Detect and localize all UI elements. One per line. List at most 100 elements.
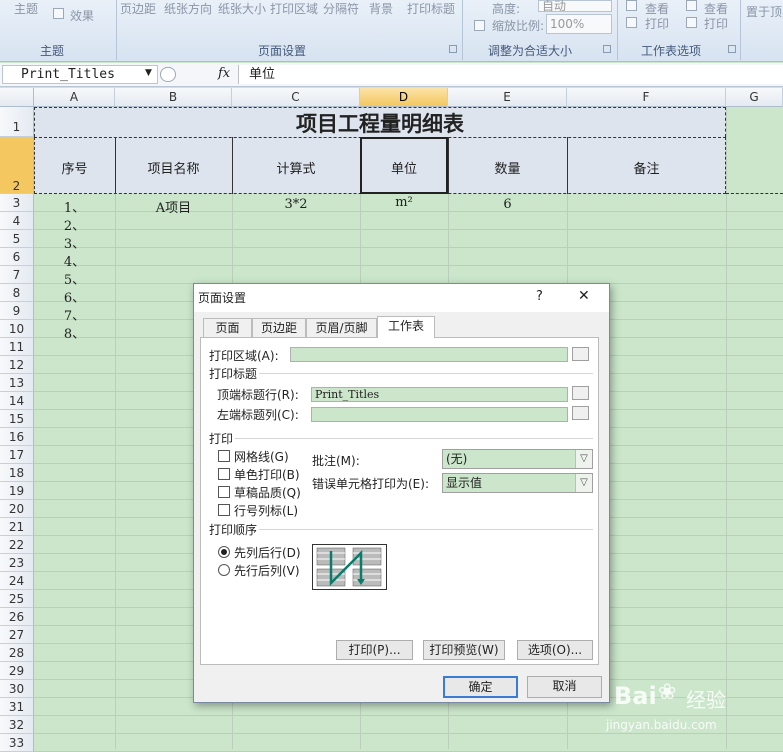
gridlines-print-checkbox[interactable] bbox=[626, 17, 637, 28]
print-titles-button[interactable]: 打印标题 bbox=[407, 0, 455, 17]
row-header-18[interactable]: 18 bbox=[0, 464, 34, 482]
row-header-27[interactable]: 27 bbox=[0, 626, 34, 644]
row-header-9[interactable]: 9 bbox=[0, 302, 34, 320]
cell-a9[interactable]: 7、 bbox=[34, 305, 115, 324]
errors-select[interactable]: 显示值 ▽ bbox=[442, 473, 593, 493]
sheet-options-launcher-icon[interactable] bbox=[728, 45, 736, 53]
fx-icon[interactable]: fx bbox=[218, 66, 230, 81]
help-icon[interactable]: ? bbox=[536, 289, 543, 304]
row-header-8[interactable]: 8 bbox=[0, 284, 34, 302]
column-header-b[interactable]: B bbox=[115, 88, 232, 107]
header-cell-seq[interactable]: 序号 bbox=[34, 158, 115, 177]
cancel-button[interactable]: 取消 bbox=[527, 676, 602, 698]
formula-input[interactable]: 单位 bbox=[238, 65, 783, 84]
row-header-26[interactable]: 26 bbox=[0, 608, 34, 626]
scale-launcher-icon[interactable] bbox=[603, 45, 611, 53]
ok-button[interactable]: 确定 bbox=[443, 676, 518, 698]
print-area-button[interactable]: 打印区域 bbox=[270, 0, 318, 17]
collapse-left-cols-icon[interactable] bbox=[572, 406, 589, 420]
row-header-32[interactable]: 32 bbox=[0, 716, 34, 734]
cell-c3[interactable]: 3*2 bbox=[232, 197, 360, 212]
column-header-e[interactable]: E bbox=[448, 88, 567, 107]
collapse-print-area-icon[interactable] bbox=[572, 347, 589, 361]
height-dropdown[interactable]: 自动 bbox=[538, 0, 612, 12]
headings-view-checkbox[interactable] bbox=[686, 0, 697, 11]
black-white-checkbox[interactable] bbox=[218, 468, 230, 480]
background-button[interactable]: 背景 bbox=[369, 0, 393, 17]
row-header-7[interactable]: 7 bbox=[0, 266, 34, 284]
close-icon[interactable]: ✕ bbox=[578, 288, 590, 304]
cell-e3[interactable]: 6 bbox=[448, 197, 567, 212]
row-header-2[interactable]: 2 bbox=[0, 137, 34, 194]
expand-icon[interactable] bbox=[160, 67, 176, 82]
print-area-input[interactable] bbox=[290, 347, 568, 362]
column-header-d[interactable]: D bbox=[360, 88, 448, 107]
size-button[interactable]: 纸张大小 bbox=[218, 0, 266, 17]
row-header-21[interactable]: 21 bbox=[0, 518, 34, 536]
top-rows-input[interactable]: Print_Titles bbox=[311, 387, 568, 402]
cell-a6[interactable]: 4、 bbox=[34, 251, 115, 270]
row-header-33[interactable]: 33 bbox=[0, 734, 34, 752]
row-header-12[interactable]: 12 bbox=[0, 356, 34, 374]
row-header-30[interactable]: 30 bbox=[0, 680, 34, 698]
collapse-top-rows-icon[interactable] bbox=[572, 386, 589, 400]
tab-page[interactable]: 页面 bbox=[203, 318, 252, 338]
row-header-3[interactable]: 3 bbox=[0, 194, 34, 212]
cell-a5[interactable]: 3、 bbox=[34, 233, 115, 252]
row-header-31[interactable]: 31 bbox=[0, 698, 34, 716]
column-header-c[interactable]: C bbox=[232, 88, 360, 107]
page-setup-launcher-icon[interactable] bbox=[449, 45, 457, 53]
orientation-button[interactable]: 纸张方向 bbox=[164, 0, 212, 17]
scale-spinner[interactable]: 100% bbox=[546, 14, 612, 34]
row-header-22[interactable]: 22 bbox=[0, 536, 34, 554]
gridlines-checkbox[interactable] bbox=[218, 450, 230, 462]
row-header-5[interactable]: 5 bbox=[0, 230, 34, 248]
row-header-24[interactable]: 24 bbox=[0, 572, 34, 590]
comments-select[interactable]: (无) ▽ bbox=[442, 449, 593, 469]
cell-a7[interactable]: 5、 bbox=[34, 269, 115, 288]
left-cols-input[interactable] bbox=[311, 407, 568, 422]
row-header-14[interactable]: 14 bbox=[0, 392, 34, 410]
row-header-17[interactable]: 17 bbox=[0, 446, 34, 464]
bring-forward-button[interactable]: 置于顶 bbox=[746, 3, 782, 20]
over-then-down-radio[interactable] bbox=[218, 564, 230, 576]
tab-margins[interactable]: 页边距 bbox=[252, 318, 306, 338]
select-all-corner[interactable] bbox=[0, 88, 34, 107]
row-header-28[interactable]: 28 bbox=[0, 644, 34, 662]
effect-button[interactable]: 效果 bbox=[70, 7, 94, 24]
row-header-6[interactable]: 6 bbox=[0, 248, 34, 266]
cell-d3[interactable]: m² bbox=[360, 195, 448, 210]
theme-button[interactable]: 主题 bbox=[14, 0, 38, 17]
row-header-10[interactable]: 10 bbox=[0, 320, 34, 338]
row-header-11[interactable]: 11 bbox=[0, 338, 34, 356]
row-header-15[interactable]: 15 bbox=[0, 410, 34, 428]
tab-sheet[interactable]: 工作表 bbox=[377, 316, 435, 338]
header-cell-name[interactable]: 项目名称 bbox=[115, 158, 232, 177]
print-preview-button[interactable]: 打印预览(W) bbox=[423, 640, 505, 660]
column-header-a[interactable]: A bbox=[34, 88, 115, 107]
tab-header-footer[interactable]: 页眉/页脚 bbox=[306, 318, 377, 338]
cell-a10[interactable]: 8、 bbox=[34, 323, 115, 342]
row-header-4[interactable]: 4 bbox=[0, 212, 34, 230]
column-header-f[interactable]: F bbox=[567, 88, 726, 107]
name-box[interactable]: Print_Titles bbox=[2, 65, 158, 84]
row-header-13[interactable]: 13 bbox=[0, 374, 34, 392]
row-header-23[interactable]: 23 bbox=[0, 554, 34, 572]
header-cell-qty[interactable]: 数量 bbox=[448, 158, 567, 177]
row-header-25[interactable]: 25 bbox=[0, 590, 34, 608]
breaks-button[interactable]: 分隔符 bbox=[323, 0, 359, 17]
cell-a3[interactable]: 1、 bbox=[34, 197, 115, 216]
down-then-over-radio[interactable] bbox=[218, 546, 230, 558]
header-cell-note[interactable]: 备注 bbox=[567, 158, 726, 177]
cell-b3[interactable]: A项目 bbox=[115, 197, 232, 216]
gridlines-view-checkbox[interactable] bbox=[626, 0, 637, 11]
cell-a4[interactable]: 2、 bbox=[34, 215, 115, 234]
header-cell-unit[interactable]: 单位 bbox=[360, 158, 448, 177]
row-header-16[interactable]: 16 bbox=[0, 428, 34, 446]
sheet-title[interactable]: 项目工程量明细表 bbox=[34, 108, 726, 138]
name-box-dropdown-icon[interactable]: ▼ bbox=[145, 68, 152, 78]
draft-quality-checkbox[interactable] bbox=[218, 486, 230, 498]
row-col-headings-checkbox[interactable] bbox=[218, 504, 230, 516]
row-header-29[interactable]: 29 bbox=[0, 662, 34, 680]
margins-button[interactable]: 页边距 bbox=[120, 0, 156, 17]
